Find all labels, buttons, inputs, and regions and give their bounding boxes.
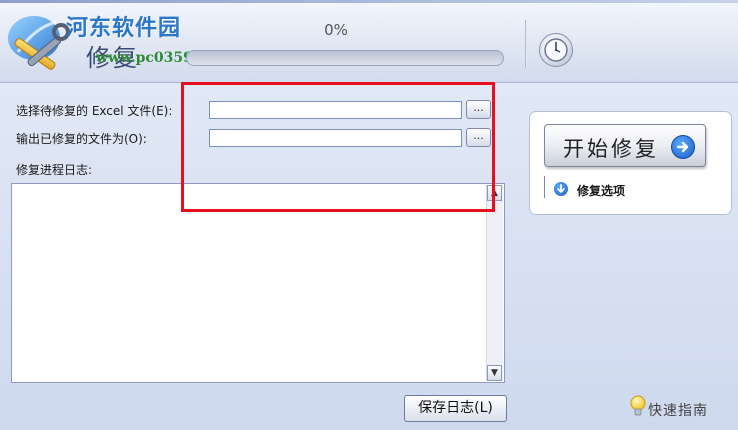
scroll-up-icon[interactable]: ▲ [487,185,502,201]
action-panel: 开始修复 修复选项 [529,111,732,215]
save-log-button[interactable]: 保存日志(L) [404,395,507,422]
lightbulb-icon [630,395,646,416]
output-file-label: 输出已修复的文件为(O): [16,132,147,146]
header-bar: 河东软件园 修复 www.pc0359.cn 0% [0,0,738,83]
start-repair-button[interactable]: 开始修复 [544,124,706,167]
source-file-label: 选择待修复的 Excel 文件(E): [16,104,173,118]
clock-icon [544,38,568,62]
arrow-down-icon [554,182,568,196]
repair-log-content [16,188,484,378]
header-accent-line [0,0,738,3]
repair-log-textarea[interactable]: ▲ ▼ [11,183,505,383]
start-repair-label: 开始修复 [563,137,659,161]
log-scrollbar[interactable]: ▲ ▼ [486,185,503,381]
output-browse-button[interactable]: ... [466,128,491,147]
options-divider [544,176,545,198]
source-file-input[interactable] [209,101,462,119]
scroll-down-icon[interactable]: ▼ [487,365,502,381]
clock-button[interactable] [539,33,573,67]
output-file-input[interactable] [209,129,462,147]
repair-log-label: 修复进程日志: [16,163,93,177]
progress-bar [186,50,504,66]
repair-options-link[interactable]: 修复选项 [577,182,625,199]
quick-guide-label: 快速指南 [648,403,708,419]
source-browse-button[interactable]: ... [466,100,491,119]
progress-percent: 0% [324,21,348,39]
header-divider [525,20,527,68]
arrow-right-icon [671,135,695,159]
